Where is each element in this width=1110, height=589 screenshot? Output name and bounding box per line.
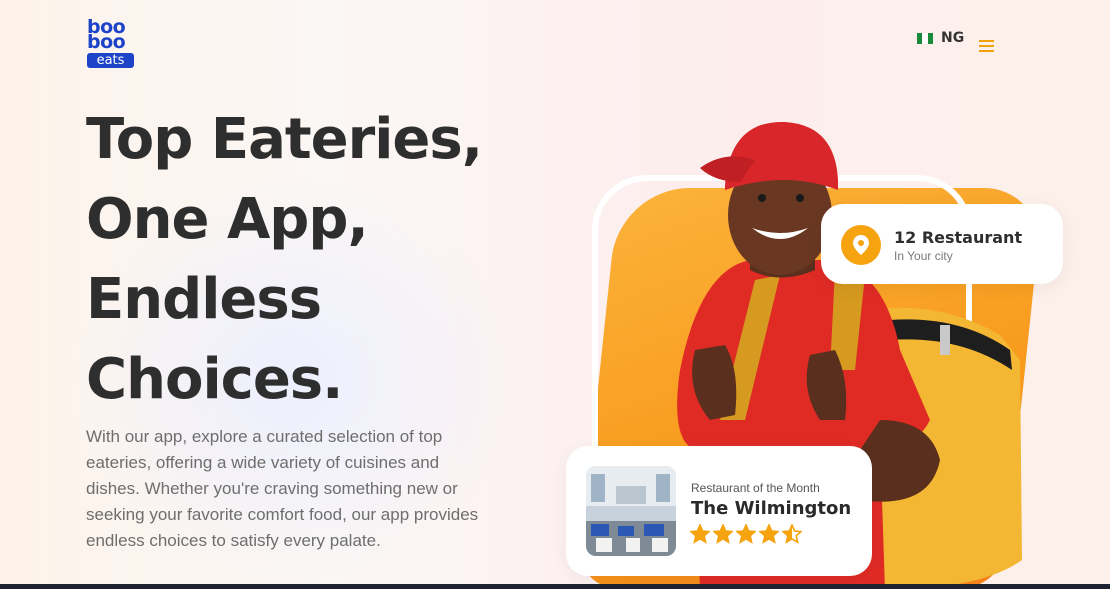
bottom-edge-bar — [0, 584, 1110, 589]
star-half-icon — [782, 524, 802, 544]
star-rating — [690, 524, 802, 544]
restaurant-count-title: 12 Restaurant — [894, 228, 1023, 247]
star-full-icon — [759, 524, 779, 544]
country-selector[interactable]: NG — [917, 30, 964, 46]
star-full-icon — [736, 524, 756, 544]
hero-title: Top Eateries, One App, Endless Choices. — [86, 100, 546, 420]
brand-logo[interactable]: boo boo eats — [87, 18, 135, 68]
hero-title-line: Top Eateries, — [86, 107, 483, 172]
logo-text-eats: eats — [87, 53, 134, 68]
restaurant-of-month-label: Restaurant of the Month — [691, 481, 820, 495]
restaurant-count-subtitle: In Your city — [894, 249, 953, 263]
country-code: NG — [941, 30, 965, 46]
hero-description: With our app, explore a curated selectio… — [86, 427, 479, 550]
logo-text-line2: boo — [87, 31, 126, 53]
hero-title-line: One App, — [86, 187, 369, 252]
restaurant-of-month-card[interactable]: Restaurant of the Month The Wilmington — [566, 446, 872, 576]
restaurant-count-card: 12 Restaurant In Your city — [821, 204, 1063, 284]
hero-title-line: Endless — [86, 267, 322, 332]
star-full-icon — [713, 524, 733, 544]
star-full-icon — [690, 524, 710, 544]
hamburger-menu-icon[interactable] — [979, 40, 994, 52]
hero-title-line: Choices. — [86, 347, 343, 412]
restaurant-name: The Wilmington — [691, 498, 852, 519]
location-pin-icon — [841, 225, 881, 265]
nigeria-flag-icon — [917, 32, 933, 44]
restaurant-thumbnail — [586, 466, 676, 556]
